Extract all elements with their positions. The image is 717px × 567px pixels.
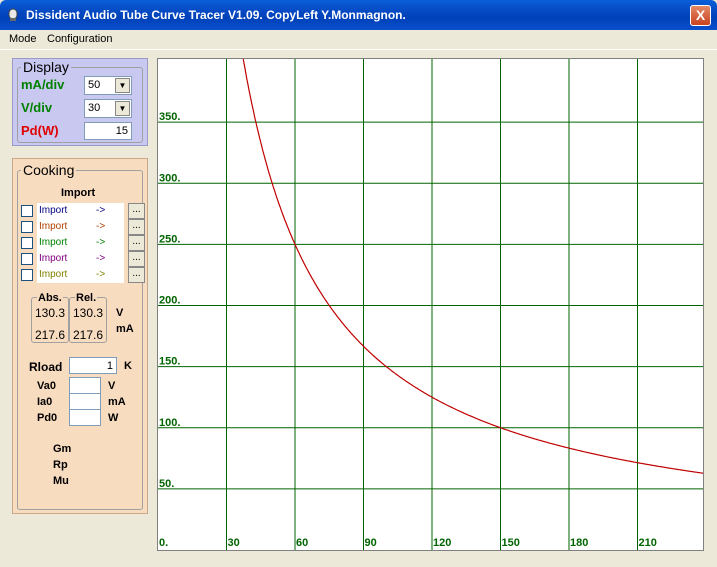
va0-unit: V	[108, 380, 116, 392]
curve-plot-area[interactable]: 0. 30 60 90 120 150 180 210 50. 100. 150. 200. 250.…	[157, 54, 707, 551]
rel-ma-value: 217.6	[73, 328, 104, 342]
import-header: Import	[61, 187, 96, 199]
chevron-down-icon[interactable]: ▼	[115, 78, 130, 93]
abs-label: Abs.	[37, 292, 63, 304]
ma-div-value: 50	[88, 79, 101, 91]
rload-input[interactable]: 1	[69, 357, 117, 374]
x-tick-label: 180	[570, 537, 588, 549]
pd0-label: Pd0	[37, 412, 58, 424]
import-checkbox-2[interactable]	[21, 221, 33, 233]
chevron-down-icon[interactable]: ▼	[115, 101, 130, 116]
import-browse-button-2[interactable]: ...	[128, 219, 145, 235]
x-tick-labels: 0. 30 60 90 120 150 180 210	[159, 537, 657, 549]
gm-label: Gm	[53, 443, 72, 455]
import-arrow-2: ->	[96, 221, 106, 232]
rel-v-value: 130.3	[73, 306, 104, 320]
import-row-2: Import -> ...	[21, 219, 145, 235]
x-tick-label: 150	[502, 537, 520, 549]
pd-input[interactable]: 15	[84, 122, 132, 140]
title-bar: Dissident Audio Tube Curve Tracer V1.09.…	[0, 0, 717, 30]
import-browse-button-3[interactable]: ...	[128, 235, 145, 251]
import-checkbox-3[interactable]	[21, 237, 33, 249]
import-arrow-3: ->	[96, 237, 106, 248]
rel-label: Rel.	[75, 292, 98, 304]
x-tick-label: 90	[365, 537, 377, 549]
x-tick-label: 0.	[159, 537, 168, 549]
curve-plot[interactable]: 0. 30 60 90 120 150 180 210 50. 100. 150. 200. 250.…	[158, 54, 707, 550]
v-div-value: 30	[88, 102, 101, 114]
import-arrow-1: ->	[96, 205, 106, 216]
import-field-5: Import ->	[37, 267, 124, 283]
unit-ma-label: mA	[116, 323, 134, 335]
y-tick-label: 150.	[159, 356, 180, 368]
import-field-3: Import ->	[37, 235, 124, 251]
y-tick-label: 250.	[159, 233, 180, 245]
import-row-4: Import -> ...	[21, 251, 145, 267]
app-icon	[8, 8, 18, 21]
import-arrow-4: ->	[96, 253, 106, 264]
menu-mode[interactable]: Mode	[9, 33, 37, 45]
import-row-5: Import -> ...	[21, 267, 145, 283]
display-panel: Display mA/div 50 ▼ V/div 30 ▼ Pd(W) 15	[12, 58, 148, 146]
import-label-3: Import	[39, 237, 68, 248]
pd0-unit: W	[108, 412, 119, 424]
y-tick-labels: 50. 100. 150. 200. 250. 300. 350.	[159, 111, 180, 490]
cooking-panel: Cooking Import Import -> ... Import -> .…	[12, 158, 148, 514]
menu-bar: Mode Configuration	[0, 30, 717, 50]
x-tick-label: 30	[228, 537, 240, 549]
va0-label: Va0	[37, 380, 56, 392]
import-browse-button-1[interactable]: ...	[128, 203, 145, 219]
window-title: Dissident Audio Tube Curve Tracer V1.09.…	[26, 8, 406, 22]
import-browse-button-4[interactable]: ...	[128, 251, 145, 267]
v-div-select[interactable]: 30 ▼	[84, 99, 132, 118]
import-arrow-5: ->	[96, 269, 106, 280]
pd-label: Pd(W)	[21, 123, 59, 138]
rload-label: Rload	[29, 360, 63, 374]
ia0-unit: mA	[108, 396, 126, 408]
mu-label: Mu	[53, 475, 69, 487]
x-tick-label: 210	[639, 537, 657, 549]
import-label-1: Import	[39, 205, 68, 216]
display-title: Display	[21, 59, 71, 75]
y-tick-label: 300.	[159, 172, 180, 184]
import-label-5: Import	[39, 269, 68, 280]
ma-div-label: mA/div	[21, 77, 65, 92]
import-field-4: Import ->	[37, 251, 124, 267]
y-tick-label: 350.	[159, 111, 180, 123]
v-div-label: V/div	[21, 100, 53, 115]
x-tick-label: 60	[296, 537, 308, 549]
ia0-label: Ia0	[37, 396, 53, 408]
unit-v-label: V	[116, 307, 124, 319]
import-label-2: Import	[39, 221, 68, 232]
abs-v-value: 130.3	[35, 306, 66, 320]
ia0-input[interactable]	[69, 393, 101, 410]
grid-lines	[158, 59, 703, 550]
import-field-1: Import ->	[37, 203, 124, 219]
x-tick-label: 120	[433, 537, 451, 549]
close-button[interactable]: X	[690, 5, 711, 26]
import-checkbox-1[interactable]	[21, 205, 33, 217]
rp-label: Rp	[53, 459, 68, 471]
max-dissipation-curve	[241, 54, 707, 475]
import-field-2: Import ->	[37, 219, 124, 235]
import-browse-button-5[interactable]: ...	[128, 267, 145, 283]
import-checkbox-5[interactable]	[21, 269, 33, 281]
rload-unit: K	[124, 360, 132, 372]
import-row-1: Import -> ...	[21, 203, 145, 219]
y-tick-label: 100.	[159, 417, 180, 429]
y-tick-label: 50.	[159, 478, 174, 490]
va0-input[interactable]	[69, 377, 101, 394]
ma-div-select[interactable]: 50 ▼	[84, 76, 132, 95]
cooking-title: Cooking	[21, 162, 77, 178]
import-checkbox-4[interactable]	[21, 253, 33, 265]
pd0-input[interactable]	[69, 409, 101, 426]
abs-ma-value: 217.6	[35, 328, 66, 342]
menu-configuration[interactable]: Configuration	[47, 33, 112, 45]
import-row-3: Import -> ...	[21, 235, 145, 251]
import-label-4: Import	[39, 253, 68, 264]
y-tick-label: 200.	[159, 295, 180, 307]
